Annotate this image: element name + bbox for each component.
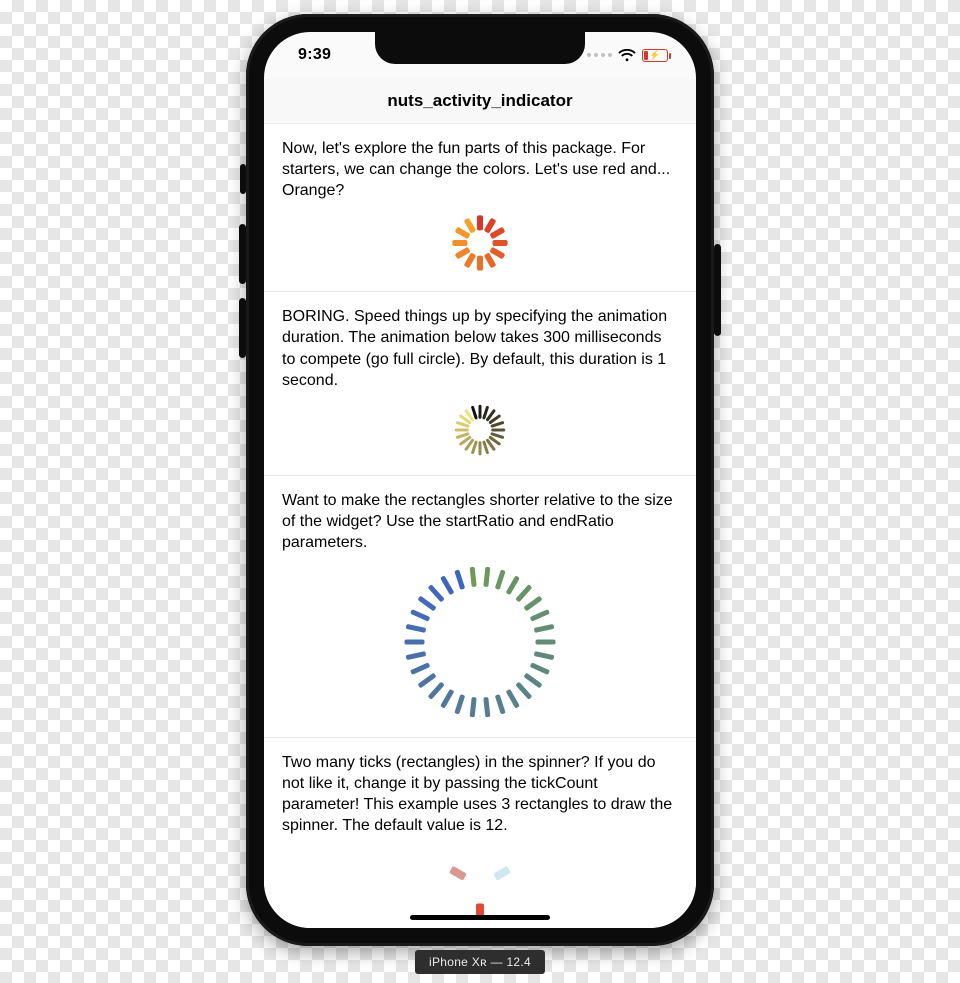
activity-indicator-duration [455,405,505,455]
section-text: Want to make the rectangles shorter rela… [282,490,678,553]
section-ratio: Want to make the rectangles shorter rela… [264,476,696,738]
volume-down-button[interactable] [239,298,246,358]
navbar: nuts_activity_indicator [264,78,696,124]
status-right: ⚡ [587,49,668,62]
section-text: Two many ticks (rectangles) in the spinn… [282,752,678,836]
power-button[interactable] [714,244,721,336]
scroll-view[interactable]: Now, let's explore the fun parts of this… [264,124,696,928]
cellular-signal-icon [587,53,612,57]
device-frame: 9:39 ⚡ nuts_activity_indicator [246,14,714,946]
caption-os: 12.4 [506,955,531,969]
activity-indicator-ratio [405,567,555,717]
section-text: Now, let's explore the fun parts of this… [282,138,678,201]
notch [375,32,585,64]
mute-switch[interactable] [240,164,246,194]
page-title: nuts_activity_indicator [387,91,572,111]
section-text: BORING. Speed things up by specifying th… [282,306,678,390]
device-screen: 9:39 ⚡ nuts_activity_indicator [264,32,696,928]
volume-up-button[interactable] [239,224,246,284]
status-time: 9:39 [298,46,331,64]
device-caption: iPhone Xʀ — 12.4 [415,950,545,974]
section-duration: BORING. Speed things up by specifying th… [264,292,696,475]
activity-indicator-tickcount [445,851,515,921]
battery-icon: ⚡ [642,49,668,62]
section-tickcount: Two many ticks (rectangles) in the spinn… [264,738,696,928]
wifi-icon [618,49,636,62]
home-indicator[interactable] [410,915,550,920]
section-colors: Now, let's explore the fun parts of this… [264,124,696,292]
caption-device: iPhone Xʀ [429,955,487,969]
activity-indicator-colors [452,215,508,271]
